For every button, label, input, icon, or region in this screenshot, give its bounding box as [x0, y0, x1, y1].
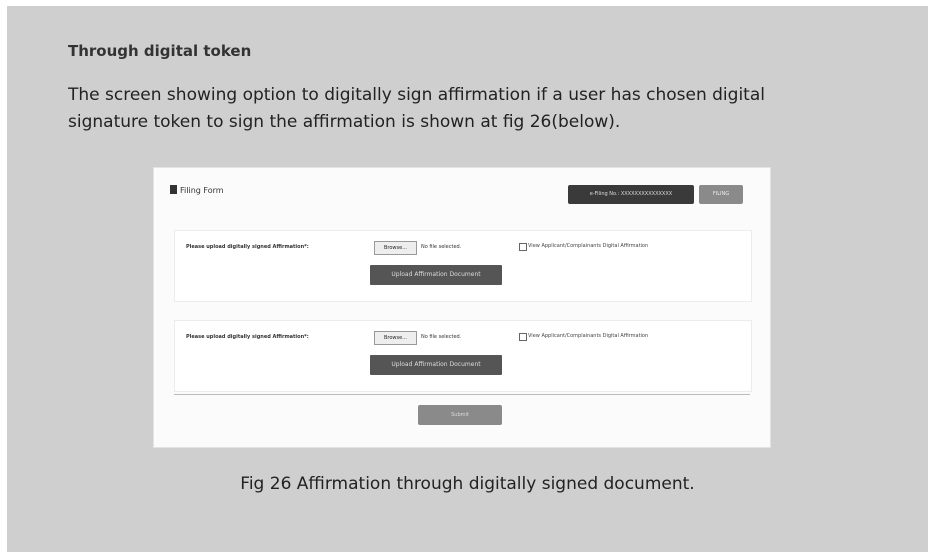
view-affirmation-checkbox[interactable] [519, 243, 527, 251]
no-file-text: No file selected. [421, 244, 462, 250]
submit-button[interactable]: Submit [418, 405, 502, 425]
browse-button[interactable]: Browse... [374, 241, 417, 255]
section-heading: Through digital token [68, 42, 252, 60]
upload-section-1: Please upload digitally signed Affirmati… [174, 230, 752, 302]
form-title-text: Filing Form [180, 186, 224, 195]
filing-number-badge: e-Filing No.: XXXXXXXXXXXXXXX [568, 185, 694, 204]
embedded-screenshot: Filing Form e-Filing No.: XXXXXXXXXXXXXX… [153, 167, 771, 448]
browse-button[interactable]: Browse... [374, 331, 417, 345]
no-file-text: No file selected. [421, 334, 462, 340]
filing-button[interactable]: FILING [699, 185, 743, 204]
form-title: Filing Form [170, 185, 224, 195]
upload-affirmation-button[interactable]: Upload Affirmation Document [370, 355, 502, 375]
upload-label: Please upload digitally signed Affirmati… [186, 334, 309, 340]
paragraph-line: The screen showing option to digitally s… [68, 85, 765, 105]
paragraph-line: signature token to sign the affirmation … [68, 112, 621, 132]
upload-affirmation-button[interactable]: Upload Affirmation Document [370, 265, 502, 285]
upload-section-2: Please upload digitally signed Affirmati… [174, 320, 752, 392]
divider [174, 394, 750, 395]
view-affirmation-checkbox[interactable] [519, 333, 527, 341]
figure-caption: Fig 26 Affirmation through digitally sig… [240, 474, 695, 494]
document-icon [170, 185, 177, 194]
view-affirmation-label[interactable]: View Applicant/Complainants Digital Affi… [528, 243, 648, 249]
upload-label: Please upload digitally signed Affirmati… [186, 244, 309, 250]
description-paragraph: The screen showing option to digitally s… [68, 82, 868, 136]
document-panel: Through digital token The screen showing… [7, 6, 928, 552]
view-affirmation-label[interactable]: View Applicant/Complainants Digital Affi… [528, 333, 648, 339]
